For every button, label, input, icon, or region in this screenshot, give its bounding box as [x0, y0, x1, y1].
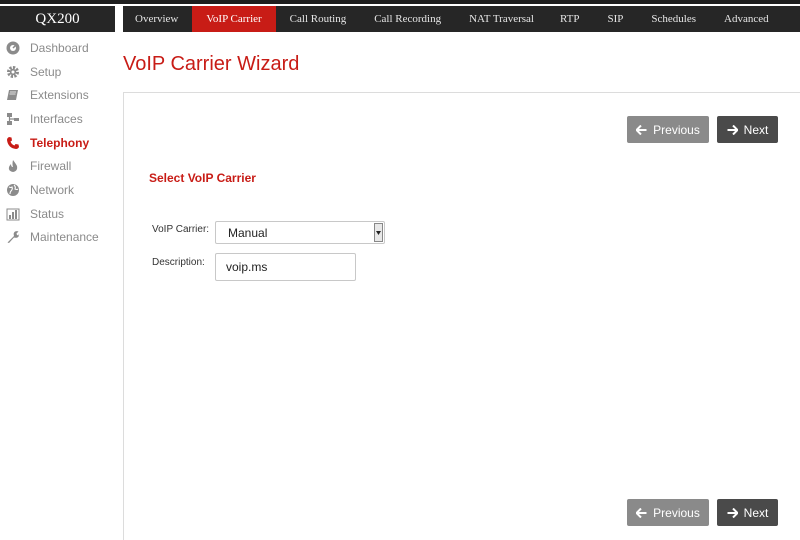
sidebar-item-firewall[interactable]: Firewall: [0, 154, 115, 178]
sidebar-item-status[interactable]: Status: [0, 202, 115, 226]
tab-label: NAT Traversal: [469, 13, 534, 25]
sidebar-item-label: Interfaces: [30, 111, 83, 126]
sidebar-item-label: Extensions: [30, 88, 89, 103]
tab-label: VoIP Carrier: [206, 13, 262, 25]
previous-label: Previous: [653, 122, 700, 137]
tab-nat-traversal[interactable]: NAT Traversal: [455, 6, 548, 32]
voip-carrier-label: VoIP Carrier:: [152, 224, 210, 235]
sidebar-item-extensions[interactable]: Extensions: [0, 83, 115, 107]
brand-label: QX200: [35, 10, 80, 27]
description-label: Description:: [152, 257, 205, 268]
tab-label: Call Routing: [289, 13, 347, 25]
next-label: Next: [743, 505, 769, 520]
tab-sip[interactable]: SIP: [594, 6, 638, 32]
wizard-panel: Previous Next Select VoIP Carrier VoIP C…: [123, 92, 800, 540]
network-interface-icon: [6, 112, 20, 126]
voip-carrier-select[interactable]: Manual: [215, 221, 385, 244]
next-label: Next: [743, 122, 769, 137]
previous-button-top[interactable]: Previous: [627, 116, 709, 143]
sidebar-item-label: Maintenance: [30, 230, 99, 245]
description-input[interactable]: [215, 253, 356, 281]
tab-label: RTP: [560, 13, 580, 25]
phone-icon: [6, 136, 20, 150]
sidebar-item-setup[interactable]: Setup: [0, 60, 115, 84]
tab-call-recording[interactable]: Call Recording: [360, 6, 455, 32]
tab-label: Overview: [135, 13, 179, 25]
sidebar-item-label: Telephony: [30, 135, 90, 150]
previous-button-bottom[interactable]: Previous: [627, 499, 709, 526]
sidebar-item-interfaces[interactable]: Interfaces: [0, 107, 115, 131]
next-button-bottom[interactable]: Next: [717, 499, 778, 526]
tab-advanced[interactable]: Advanced: [710, 6, 783, 32]
arrow-right-icon: [727, 507, 738, 518]
section-title: Select VoIP Carrier: [149, 171, 256, 185]
sidebar-item-label: Setup: [30, 64, 62, 79]
previous-label: Previous: [653, 505, 700, 520]
flame-icon: [6, 159, 20, 173]
wrench-icon: [6, 230, 20, 244]
arrow-left-icon: [636, 507, 647, 518]
sidebar: Dashboard Setup Extensions Interfaces Te…: [0, 36, 115, 249]
gear-icon: [6, 65, 20, 79]
dashboard-icon: [6, 41, 20, 55]
tab-label: Schedules: [651, 13, 697, 25]
top-navigation: Overview VoIP Carrier Call Routing Call …: [123, 6, 800, 32]
tab-label: SIP: [607, 13, 624, 25]
chevron-down-icon[interactable]: [374, 223, 383, 242]
tab-schedules[interactable]: Schedules: [637, 6, 710, 32]
globe-icon: [6, 183, 20, 197]
tab-call-routing[interactable]: Call Routing: [276, 6, 361, 32]
sidebar-item-label: Firewall: [30, 159, 72, 174]
top-border: [0, 0, 800, 4]
sidebar-item-network[interactable]: Network: [0, 178, 115, 202]
book-icon: [6, 88, 20, 102]
sidebar-item-label: Status: [30, 206, 65, 221]
bar-chart-icon: [6, 207, 20, 221]
tab-label: Call Recording: [374, 13, 442, 25]
tab-label: Advanced: [724, 13, 769, 25]
arrow-left-icon: [636, 124, 647, 135]
tab-overview[interactable]: Overview: [123, 6, 192, 32]
sidebar-item-label: Network: [30, 182, 75, 197]
tab-voip-carrier[interactable]: VoIP Carrier: [192, 6, 276, 32]
brand-logo[interactable]: QX200: [0, 6, 115, 32]
sidebar-item-label: Dashboard: [30, 40, 89, 55]
next-button-top[interactable]: Next: [717, 116, 778, 143]
arrow-right-icon: [727, 124, 738, 135]
voip-carrier-value: Manual: [228, 226, 268, 240]
page-title: VoIP Carrier Wizard: [123, 53, 300, 75]
sidebar-item-telephony[interactable]: Telephony: [0, 131, 115, 155]
sidebar-item-dashboard[interactable]: Dashboard: [0, 36, 115, 60]
tab-rtp[interactable]: RTP: [548, 6, 594, 32]
sidebar-item-maintenance[interactable]: Maintenance: [0, 226, 115, 250]
